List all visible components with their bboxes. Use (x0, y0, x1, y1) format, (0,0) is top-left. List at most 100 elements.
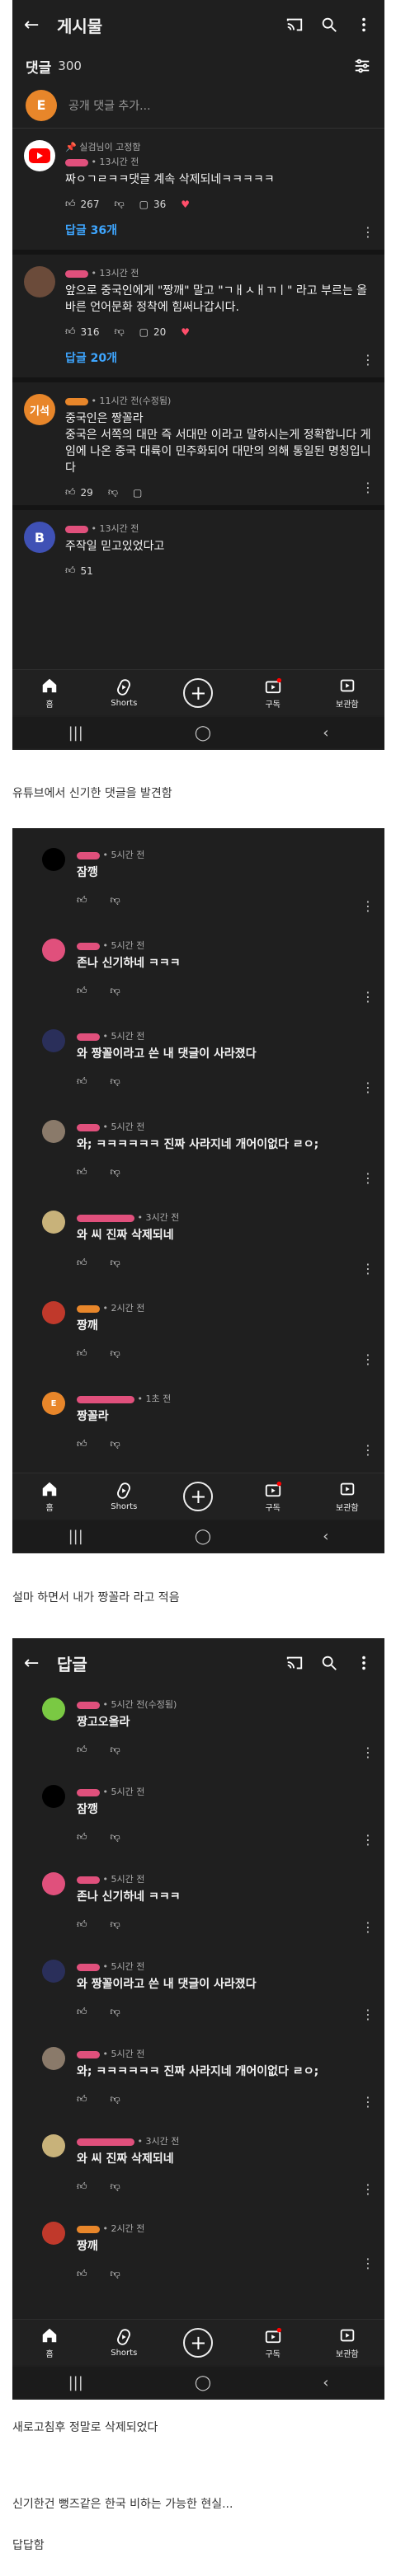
thumbs-down-icon[interactable]: 👎︎ (111, 2268, 120, 2280)
thumbs-up-icon[interactable]: 👍︎ (77, 1831, 87, 1843)
comment: • 13시간 전 앞으로 중국인에게 "짱깨" 말고 "ㄱㅐㅅㅐㄲㅣ" 라고 부… (12, 255, 384, 382)
comment-more-icon[interactable]: ⋮ (361, 352, 375, 368)
dislike-button[interactable]: 👎︎ (114, 198, 124, 210)
thumbs-down-icon[interactable]: 👎︎ (111, 1257, 120, 1269)
thumbs-down-icon[interactable]: 👎︎ (111, 1166, 120, 1178)
thumbs-down-icon[interactable]: 👎︎ (111, 1831, 120, 1843)
nav-subscriptions-label: 구독 (265, 700, 280, 710)
comment-more-icon[interactable]: ⋮ (361, 224, 375, 240)
thumbs-up-icon[interactable]: 👍︎ (77, 1918, 87, 1931)
thumbs-down-icon[interactable]: 👎︎ (111, 1744, 120, 1756)
comment-more-icon[interactable]: ⋮ (361, 2094, 375, 2110)
thumbs-down-icon[interactable]: 👎︎ (111, 894, 120, 906)
cast-icon[interactable] (285, 1654, 304, 1672)
add-comment-placeholder[interactable]: 공개 댓글 추가... (68, 97, 151, 114)
thumbs-up-icon[interactable]: 👍︎ (77, 894, 87, 906)
comment-more-icon[interactable]: ⋮ (361, 1919, 375, 1935)
thumbs-down-icon[interactable]: 👎︎ (111, 2180, 120, 2193)
thumbs-up-icon[interactable]: 👍︎ (77, 2268, 87, 2280)
like-button[interactable]: 👍︎ 267 (65, 198, 99, 210)
thumbs-up-icon[interactable]: 👍︎ (77, 2180, 87, 2193)
dislike-button[interactable]: 👎︎ (114, 326, 124, 338)
thumbs-up-icon[interactable]: 👍︎ (77, 1075, 87, 1088)
nav-subscriptions[interactable]: 구독 (248, 2326, 298, 2359)
nav-shorts[interactable]: Shorts (99, 678, 148, 708)
thumbs-up-icon[interactable]: 👍︎ (77, 985, 87, 997)
reply-count: 36 (153, 198, 167, 210)
view-replies-link[interactable]: 답글 36개 (65, 222, 373, 238)
comment-more-icon[interactable]: ⋮ (361, 1170, 375, 1186)
reply-button[interactable]: ▢ 20 (139, 326, 167, 338)
thumbs-down-icon[interactable]: 👎︎ (111, 985, 120, 997)
recent-apps-icon[interactable]: ||| (68, 2374, 83, 2391)
nav-home[interactable]: 홈 (25, 2326, 74, 2359)
nav-home[interactable]: 홈 (25, 677, 74, 710)
more-icon[interactable] (355, 16, 373, 34)
nav-create[interactable]: + (173, 2327, 223, 2358)
thumbs-up-icon[interactable]: 👍︎ (77, 2006, 87, 2018)
home-circle-icon[interactable]: ◯ (195, 2374, 211, 2391)
nav-create[interactable]: + (173, 1481, 223, 1511)
dislike-button[interactable]: 👎︎ (108, 486, 118, 499)
thumbs-up-icon[interactable]: 👍︎ (77, 1347, 87, 1360)
back-arrow-icon[interactable]: ← (24, 15, 49, 35)
search-icon[interactable] (320, 1654, 338, 1672)
pinned-label: 📌 실검님이 고정함 (65, 142, 141, 152)
comment-more-icon[interactable]: ⋮ (361, 989, 375, 1005)
nav-shorts[interactable]: Shorts (99, 1482, 148, 1511)
nav-subscriptions[interactable]: 구독 (248, 1480, 298, 1513)
comment-more-icon[interactable]: ⋮ (361, 1351, 375, 1367)
thumbs-up-icon[interactable]: 👍︎ (77, 1257, 87, 1269)
like-button[interactable]: 👍︎ 316 (65, 326, 99, 338)
comment-more-icon[interactable]: ⋮ (361, 898, 375, 914)
more-icon[interactable] (355, 1654, 373, 1672)
system-back-icon[interactable]: ‹ (323, 724, 328, 742)
system-back-icon[interactable]: ‹ (323, 1528, 328, 1545)
nav-library[interactable]: 보관함 (323, 1480, 372, 1513)
nav-library[interactable]: 보관함 (323, 677, 372, 710)
comment-more-icon[interactable]: ⋮ (361, 2255, 375, 2271)
comment-more-icon[interactable]: ⋮ (361, 2007, 375, 2022)
view-replies-link[interactable]: 답글 20개 (65, 349, 373, 366)
nav-home[interactable]: 홈 (25, 1480, 74, 1513)
thumbs-down-icon[interactable]: 👎︎ (111, 1347, 120, 1360)
reply-button[interactable]: ▢ 36 (139, 199, 167, 210)
thumbs-down-icon[interactable]: 👎︎ (111, 2093, 120, 2105)
recent-apps-icon[interactable]: ||| (68, 1528, 83, 1545)
thumbs-up-icon: 👍︎ (65, 326, 76, 337)
add-comment-row[interactable]: E 공개 댓글 추가... (12, 82, 384, 129)
thumbs-down-icon[interactable]: 👎︎ (111, 1918, 120, 1931)
home-circle-icon[interactable]: ◯ (195, 724, 211, 742)
comment-more-icon[interactable]: ⋮ (361, 2181, 375, 2197)
thumbs-up-icon[interactable]: 👍︎ (77, 1166, 87, 1178)
like-button[interactable]: 👍︎ 29 (65, 486, 93, 499)
thumbs-down-icon[interactable]: 👎︎ (111, 1438, 120, 1450)
like-button[interactable]: 👍︎ 51 (65, 564, 93, 577)
back-arrow-icon[interactable]: ← (24, 1653, 49, 1674)
comment-more-icon[interactable]: ⋮ (361, 1832, 375, 1848)
cast-icon[interactable] (285, 16, 304, 34)
thumbs-down-icon[interactable]: 👎︎ (111, 2006, 120, 2018)
reply-button[interactable]: ▢ (133, 487, 142, 499)
thumbs-up-icon[interactable]: 👍︎ (77, 2093, 87, 2105)
home-circle-icon[interactable]: ◯ (195, 1528, 211, 1545)
nav-create[interactable]: + (173, 677, 223, 708)
nav-subscriptions[interactable]: 구독 (248, 677, 298, 710)
comment-more-icon[interactable]: ⋮ (361, 1261, 375, 1276)
comment-more-icon[interactable]: ⋮ (361, 1080, 375, 1095)
thumbs-up-icon[interactable]: 👍︎ (77, 1438, 87, 1450)
reply-item: • 5시간 전 와 짱꼴이라고 쓴 내 댓글이 사라졌다 👍︎ 👎︎ ⋮ (12, 1950, 384, 2037)
nav-shorts[interactable]: Shorts (99, 2328, 148, 2358)
thumbs-up-icon[interactable]: 👍︎ (77, 1744, 87, 1756)
recent-apps-icon[interactable]: ||| (68, 724, 83, 742)
search-icon[interactable] (320, 16, 338, 34)
thumbs-down-icon[interactable]: 👎︎ (111, 1075, 120, 1088)
comment-more-icon[interactable]: ⋮ (361, 1442, 375, 1458)
user-avatar (42, 1785, 65, 1808)
system-back-icon[interactable]: ‹ (323, 2374, 328, 2391)
comment-more-icon[interactable]: ⋮ (361, 480, 375, 495)
nav-library[interactable]: 보관함 (323, 2326, 372, 2359)
redacted-name (77, 1304, 100, 1313)
sort-filter-icon[interactable] (353, 57, 371, 75)
comment-more-icon[interactable]: ⋮ (361, 1745, 375, 1760)
